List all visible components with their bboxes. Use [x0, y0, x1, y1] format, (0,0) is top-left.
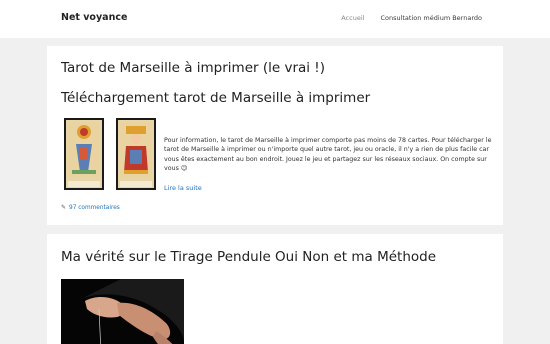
post-heading: Téléchargement tarot de Marseille à impr…: [61, 90, 371, 106]
tarot-card-image: [64, 118, 104, 190]
read-more-link[interactable]: Lire la suite: [164, 184, 202, 192]
site-header: Net voyance Accueil Consultation médium …: [0, 0, 550, 38]
post-title[interactable]: Tarot de Marseille à imprimer (le vrai !…: [61, 60, 325, 76]
main-nav: Accueil Consultation médium Bernardo: [341, 14, 482, 22]
comments-count[interactable]: 97 commentaires: [69, 205, 120, 211]
nav-item-accueil[interactable]: Accueil: [341, 14, 364, 22]
nav-item-consultation[interactable]: Consultation médium Bernardo: [380, 14, 482, 22]
post-card: Ma vérité sur le Tirage Pendule Oui Non …: [47, 234, 503, 344]
comment-bubble-icon: ✎: [61, 204, 67, 211]
comments-link[interactable]: ✎ 97 commentaires: [61, 204, 120, 211]
post-title[interactable]: Ma vérité sur le Tirage Pendule Oui Non …: [61, 249, 436, 265]
pendulum-hand-image[interactable]: [61, 279, 184, 344]
post-excerpt: Pour information, le tarot de Marseille …: [164, 137, 492, 173]
post-card: Tarot de Marseille à imprimer (le vrai !…: [47, 46, 503, 225]
tarot-card-image: [116, 118, 156, 190]
site-title[interactable]: Net voyance: [61, 12, 127, 23]
